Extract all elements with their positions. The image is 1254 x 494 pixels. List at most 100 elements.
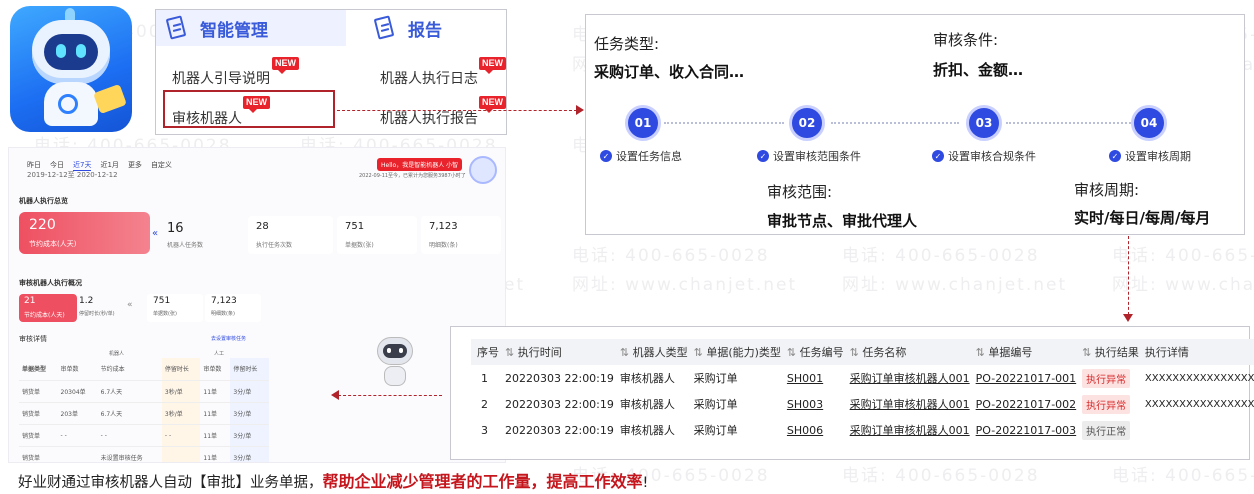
task-no-link[interactable]: SH003 xyxy=(787,398,823,411)
header-cell: 审单数 xyxy=(57,358,98,381)
table-cell: 3分/单 xyxy=(230,380,269,403)
cell-time: 20220303 22:00:19 xyxy=(505,397,614,411)
step-label-text: 设置审核合规条件 xyxy=(948,150,1036,163)
stat-details: 7,123 明细数(条) xyxy=(421,216,501,254)
cell-task-name-link[interactable]: 采购订单审核机器人001 xyxy=(844,391,970,417)
header-cell: 停留时长 xyxy=(161,358,201,381)
doc-no-link[interactable]: PO-20221017-003 xyxy=(976,424,1077,437)
execution-log-table: 序号 ⇅ 执行时间 ⇅ 机器人类型 ⇅ 单据(能力)类型 ⇅ 任务编号 ⇅ 任务… xyxy=(471,339,1254,443)
status-badge: 执行异常 xyxy=(1082,368,1131,388)
table-cell: - - xyxy=(57,424,98,447)
sort-icon[interactable]: ⇅ xyxy=(505,346,518,359)
new-badge: NEW xyxy=(479,57,506,74)
table-cell: - - xyxy=(97,424,162,447)
table-cell: 3秒/单 xyxy=(161,380,201,403)
cell-doc-no-link[interactable]: PO-20221017-002 xyxy=(970,391,1077,417)
header-task-name[interactable]: ⇅ 任务名称 xyxy=(843,339,970,365)
cell-robot-type: 审核机器人 xyxy=(619,372,675,385)
cell-task-no-link[interactable]: SH003 xyxy=(781,391,844,417)
table-cell: 3分/单 xyxy=(230,424,269,447)
chevron-left-icon[interactable]: « xyxy=(127,300,133,310)
table-cell: 销货单 xyxy=(19,424,58,447)
sort-icon[interactable]: ⇅ xyxy=(620,346,633,359)
sort-icon[interactable]: ⇅ xyxy=(976,346,989,359)
cell-task-name-link[interactable]: 采购订单审核机器人001 xyxy=(844,417,970,443)
sort-icon[interactable]: ⇅ xyxy=(694,346,707,359)
audit-detail-title: 审核详情 xyxy=(19,335,47,343)
task-no-link[interactable]: SH001 xyxy=(787,372,823,385)
cell-result: 执行异常 xyxy=(1076,365,1139,391)
sort-icon[interactable]: ⇅ xyxy=(850,346,863,359)
header-detail: 执行详情 xyxy=(1138,339,1254,365)
hello-bubble: Hello，我是智能机器人 小智 xyxy=(377,158,463,171)
tab-more[interactable]: 更多 xyxy=(128,160,142,171)
header-doc-type[interactable]: ⇅ 单据(能力)类型 xyxy=(687,339,781,365)
caption-prefix: 好业财通过审核机器人自动【审批】业务单据， xyxy=(18,475,323,491)
table-cell: 11单 xyxy=(200,446,231,462)
header-label: 执行结果 xyxy=(1094,346,1139,359)
menu-group-smart-management: 智能管理 xyxy=(156,10,346,46)
table-cell: 20304单 xyxy=(57,380,98,403)
step-2-circle[interactable]: 02 xyxy=(789,105,825,141)
audit-detail-mini-table: 单据类型 审单数 节约成本 停留时长 审单数 停留时长 销货单 20304单 6… xyxy=(19,358,269,462)
task-name-link[interactable]: 采购订单审核机器人001 xyxy=(850,372,970,385)
table-row[interactable]: 1 20220303 22:00:19 审核机器人 采购订单 SH001 采购订… xyxy=(471,365,1254,391)
header-cell: 停留时长 xyxy=(230,358,269,381)
step-4-circle[interactable]: 04 xyxy=(1131,105,1167,141)
cell-doc-no-link[interactable]: PO-20221017-001 xyxy=(970,365,1077,391)
cell-task-name-link[interactable]: 采购订单审核机器人001 xyxy=(844,365,970,391)
watermark-site: 网址: www.chanjet.net xyxy=(1112,275,1254,295)
cell-robot-type: 审核机器人 xyxy=(619,424,675,437)
menu-item-execution-report[interactable]: 机器人执行报告 xyxy=(380,108,478,128)
header-time[interactable]: ⇅ 执行时间 xyxy=(499,339,614,365)
cell-time: 20220303 22:00:19 xyxy=(505,423,614,437)
menu-item-execution-log[interactable]: 机器人执行日志 xyxy=(380,68,478,88)
step-3-circle[interactable]: 03 xyxy=(966,105,1002,141)
table-cell: 销货单 xyxy=(19,402,58,425)
watermark-phone: 电话: 400-665-0028 xyxy=(842,246,1040,266)
header-no: 序号 xyxy=(471,339,499,365)
menu-group-title: 报告 xyxy=(408,20,442,41)
header-task-no[interactable]: ⇅ 任务编号 xyxy=(780,339,844,365)
table-row[interactable]: 3 20220303 22:00:19 审核机器人 采购订单 SH006 采购订… xyxy=(471,417,1254,443)
task-name-link[interactable]: 采购订单审核机器人001 xyxy=(850,424,970,437)
header-result[interactable]: ⇅ 执行结果 xyxy=(1076,339,1139,365)
header-robot-type[interactable]: ⇅ 机器人类型 xyxy=(613,339,688,365)
task-name-link[interactable]: 采购订单审核机器人001 xyxy=(850,398,970,411)
menu-item-robot-guide[interactable]: 机器人引导说明 xyxy=(172,68,270,88)
table-cell: 3分/单 xyxy=(230,446,269,462)
step-1-circle[interactable]: 01 xyxy=(625,105,661,141)
doc-no-link[interactable]: PO-20221017-002 xyxy=(976,398,1077,411)
scope-label: 审核范围: xyxy=(767,183,833,201)
header-doc-no[interactable]: ⇅ 单据编号 xyxy=(969,339,1077,365)
sort-icon[interactable]: ⇅ xyxy=(787,346,800,359)
table-row[interactable]: 2 20220303 22:00:19 审核机器人 采购订单 SH003 采购订… xyxy=(471,391,1254,417)
table-cell: 销货单 xyxy=(19,380,58,403)
step-label-text: 设置审核周期 xyxy=(1125,150,1191,163)
stat-label: 执行任务次数 xyxy=(256,242,293,249)
period-value: 实时/每日/每周/每月 xyxy=(1074,209,1211,227)
table-header-row: 序号 ⇅ 执行时间 ⇅ 机器人类型 ⇅ 单据(能力)类型 ⇅ 任务编号 ⇅ 任务… xyxy=(471,339,1254,365)
task-type-label: 任务类型: xyxy=(594,35,660,53)
setup-audit-task-link[interactable]: 去设置审核任务 xyxy=(211,335,246,342)
robot-icon xyxy=(369,333,421,391)
table-cell: 3秒/单 xyxy=(161,402,201,425)
overview-title: 机器人执行总览 xyxy=(19,197,68,205)
task-no-link[interactable]: SH006 xyxy=(787,424,823,437)
condition-label: 审核条件: xyxy=(933,31,999,49)
execution-log-panel: 序号 ⇅ 执行时间 ⇅ 机器人类型 ⇅ 单据(能力)类型 ⇅ 任务编号 ⇅ 任务… xyxy=(450,326,1254,460)
header-label: 任务编号 xyxy=(799,346,844,359)
table-cell: 203单 xyxy=(57,402,98,425)
cell-doc-no-link[interactable]: PO-20221017-003 xyxy=(970,417,1077,443)
date-range-text: 2019-12-12至 2020-12-12 xyxy=(27,171,118,179)
chevron-left-icon[interactable]: « xyxy=(152,228,158,239)
cell-doc-type: 采购订单 xyxy=(693,424,738,437)
header-label: 机器人类型 xyxy=(632,346,688,359)
doc-no-link[interactable]: PO-20221017-001 xyxy=(976,372,1077,385)
stat-tasks: 16 机器人任务数 xyxy=(159,216,244,254)
sort-icon[interactable]: ⇅ xyxy=(1082,346,1095,359)
cell-no: 1 xyxy=(481,371,488,385)
cell-task-no-link[interactable]: SH006 xyxy=(781,417,844,443)
cell-task-no-link[interactable]: SH001 xyxy=(781,365,844,391)
tab-custom[interactable]: 自定义 xyxy=(151,160,172,171)
